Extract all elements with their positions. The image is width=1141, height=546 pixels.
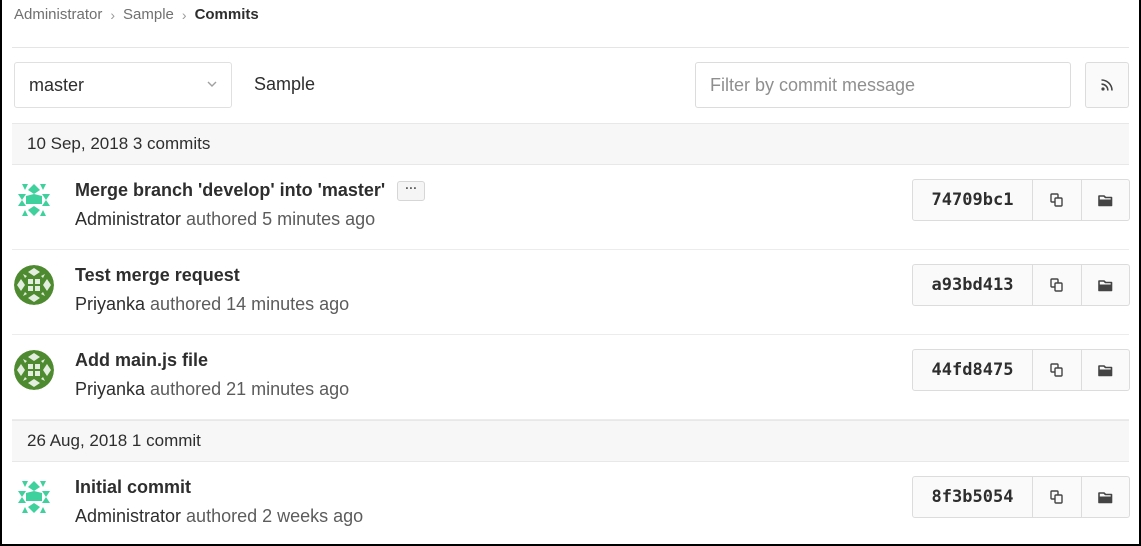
commit-sha-group: 44fd8475 — [912, 349, 1130, 391]
folder-icon — [1097, 364, 1113, 376]
copy-icon — [1050, 363, 1063, 377]
expand-description-button[interactable]: ··· — [397, 180, 426, 201]
commit-sha-group: 74709bc1 — [912, 179, 1130, 221]
commit-authored-time: authored 5 minutes ago — [186, 209, 376, 229]
copy-sha-button[interactable] — [1033, 350, 1082, 390]
commit-sha-group: a93bd413 — [912, 264, 1130, 306]
commit-title-wrap: Add main.js file — [75, 350, 208, 371]
copy-sha-button[interactable] — [1033, 265, 1082, 305]
commit-sha[interactable]: 8f3b5054 — [913, 477, 1033, 517]
copy-sha-button[interactable] — [1033, 477, 1082, 517]
commit-author[interactable]: Priyanka — [75, 379, 145, 399]
copy-sha-button[interactable] — [1033, 180, 1082, 220]
branch-dropdown[interactable]: master — [14, 62, 232, 108]
commit-title[interactable]: Merge branch 'develop' into 'master' — [75, 180, 385, 201]
divider — [12, 47, 1129, 48]
commit-meta: Priyanka authored 21 minutes ago — [75, 379, 349, 400]
filter-commit-input[interactable] — [695, 62, 1071, 108]
commit-sha-group: 8f3b5054 — [912, 476, 1130, 518]
commit-sha[interactable]: a93bd413 — [913, 265, 1033, 305]
commit-authored-time: authored 2 weeks ago — [186, 506, 364, 526]
folder-icon — [1097, 279, 1113, 291]
avatar[interactable] — [14, 350, 54, 390]
browse-files-button[interactable] — [1082, 265, 1130, 305]
commit-row: Merge branch 'develop' into 'master' ···… — [12, 165, 1130, 250]
commit-meta: Administrator authored 2 weeks ago — [75, 506, 363, 527]
breadcrumb-separator: › — [181, 6, 187, 23]
commit-title-wrap: Merge branch 'develop' into 'master' ··· — [75, 180, 426, 201]
commits-page: Administrator › Sample › Commits master … — [0, 0, 1141, 546]
breadcrumb: Administrator › Sample › Commits — [14, 6, 259, 23]
browse-files-button[interactable] — [1082, 180, 1130, 220]
day-header: 26 Aug, 2018 1 commit — [12, 420, 1129, 462]
rss-icon — [1101, 79, 1113, 91]
breadcrumb-item-project[interactable]: Sample — [123, 6, 174, 23]
avatar[interactable] — [14, 265, 54, 305]
commit-title[interactable]: Initial commit — [75, 477, 191, 498]
folder-icon — [1097, 194, 1113, 206]
day-header: 10 Sep, 2018 3 commits — [12, 123, 1129, 165]
commit-sha[interactable]: 44fd8475 — [913, 350, 1033, 390]
browse-files-button[interactable] — [1082, 350, 1130, 390]
copy-icon — [1050, 490, 1063, 504]
commit-meta: Priyanka authored 14 minutes ago — [75, 294, 349, 315]
browse-files-button[interactable] — [1082, 477, 1130, 517]
commit-row: Initial commit Administrator authored 2 … — [12, 462, 1130, 544]
folder-icon — [1097, 491, 1113, 503]
chevron-down-icon — [207, 81, 217, 87]
commit-author[interactable]: Priyanka — [75, 294, 145, 314]
rss-button[interactable] — [1085, 62, 1129, 108]
commits-toolbar: master Sample — [14, 62, 1129, 108]
breadcrumb-current[interactable]: Commits — [195, 6, 259, 23]
avatar[interactable] — [14, 180, 54, 220]
commit-title[interactable]: Test merge request — [75, 265, 240, 286]
commit-title[interactable]: Add main.js file — [75, 350, 208, 371]
commit-meta: Administrator authored 5 minutes ago — [75, 209, 375, 230]
commit-sha[interactable]: 74709bc1 — [913, 180, 1033, 220]
copy-icon — [1050, 278, 1063, 292]
breadcrumb-item-user[interactable]: Administrator — [14, 6, 102, 23]
commit-author[interactable]: Administrator — [75, 209, 181, 229]
commit-row: Test merge request Priyanka authored 14 … — [12, 250, 1130, 335]
commit-row: Add main.js file Priyanka authored 21 mi… — [12, 335, 1130, 420]
commit-title-wrap: Test merge request — [75, 265, 240, 286]
commit-author[interactable]: Administrator — [75, 506, 181, 526]
copy-icon — [1050, 193, 1063, 207]
commit-title-wrap: Initial commit — [75, 477, 191, 498]
project-name[interactable]: Sample — [254, 74, 315, 95]
branch-dropdown-value: master — [29, 74, 85, 95]
commit-authored-time: authored 21 minutes ago — [150, 379, 350, 399]
avatar[interactable] — [14, 477, 54, 517]
breadcrumb-separator: › — [110, 6, 116, 23]
commit-authored-time: authored 14 minutes ago — [150, 294, 350, 314]
